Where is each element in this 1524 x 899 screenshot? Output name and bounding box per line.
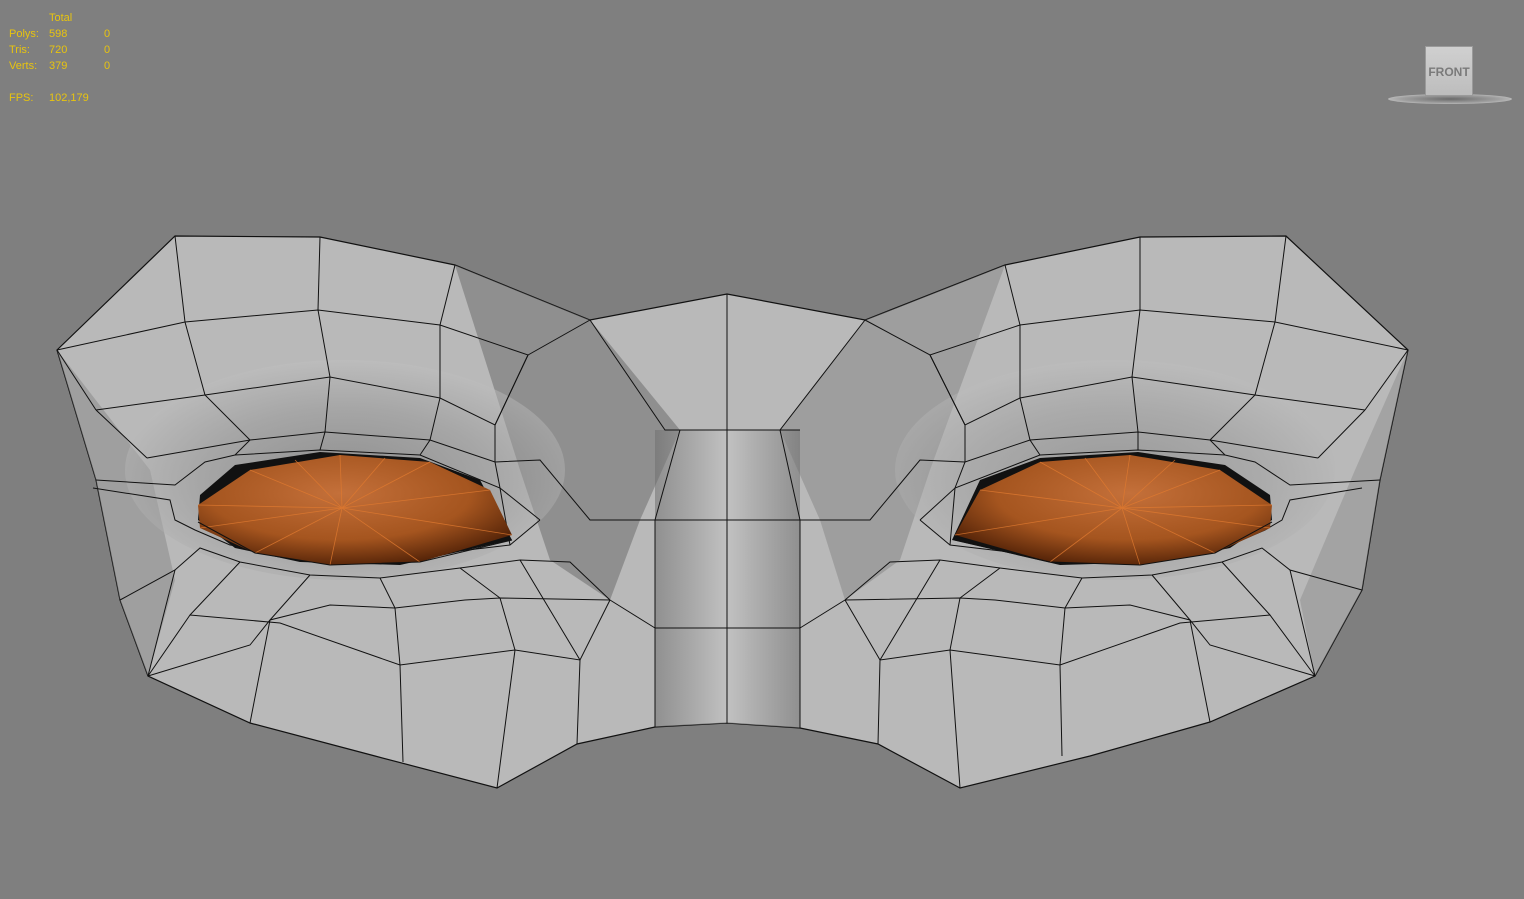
- viewcube-front-face[interactable]: FRONT: [1425, 46, 1473, 96]
- viewcube[interactable]: FRONT: [1386, 44, 1514, 108]
- 3d-viewport[interactable]: [0, 0, 1524, 899]
- stats-header: Total: [49, 12, 73, 24]
